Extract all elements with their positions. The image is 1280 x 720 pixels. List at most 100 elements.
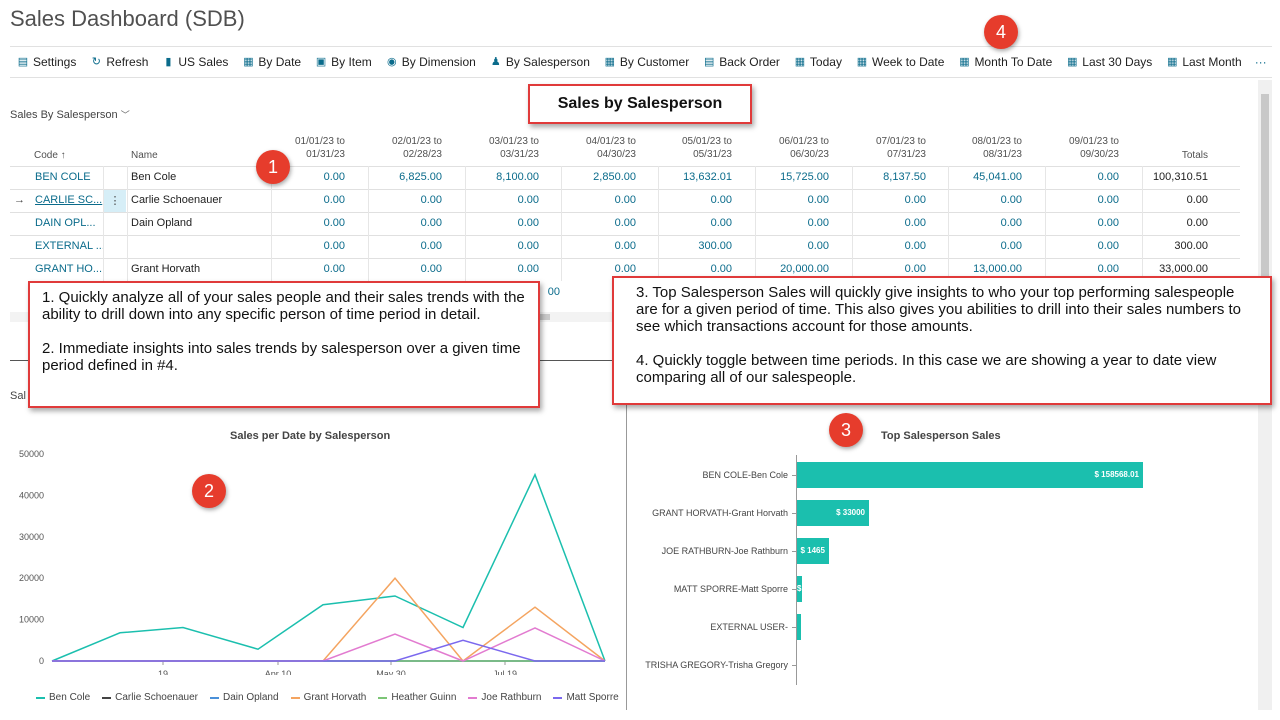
table-row[interactable]: DAIN OPL... Dain Opland 0.00 0.00 0.00 0.00 0.… xyxy=(10,212,1240,235)
period-value[interactable]: 0.00 xyxy=(1039,240,1119,252)
column-header-totals[interactable]: Totals xyxy=(1148,149,1208,162)
period-value[interactable]: 0.00 xyxy=(459,263,539,275)
toolbar-by-dimension-button[interactable]: ◉ By Dimension xyxy=(379,47,483,77)
toolbar-month-to-date-button[interactable]: ▦ Month To Date xyxy=(951,47,1059,77)
period-value[interactable]: 0.00 xyxy=(942,194,1022,206)
subpage-title[interactable]: Sales By Salesperson ﹀ xyxy=(10,108,130,121)
period-value[interactable]: 2,850.00 xyxy=(556,171,636,183)
period-value[interactable]: 0.00 xyxy=(459,240,539,252)
period-value[interactable]: 8,100.00 xyxy=(459,171,539,183)
period-value[interactable]: 0.00 xyxy=(1039,217,1119,229)
column-header-period[interactable]: 03/01/23 to 03/31/23 xyxy=(459,135,539,161)
bar-2[interactable]: $ 1465 xyxy=(797,538,829,564)
column-header-period[interactable]: 07/01/23 to 07/31/23 xyxy=(846,135,926,161)
toolbar-by-salesperson-button[interactable]: ♟ By Salesperson xyxy=(483,47,597,77)
bar-0[interactable]: $ 158568.01 xyxy=(797,462,1143,488)
row-actions-icon[interactable]: ⋮ xyxy=(104,190,126,212)
period-value[interactable]: 13,000.00 xyxy=(942,263,1022,275)
series-line-matt-sporre[interactable] xyxy=(52,639,605,662)
table-row[interactable]: BEN COLE Ben Cole 0.00 6,825.00 8,100.00 2,85… xyxy=(10,166,1240,189)
bar-4[interactable] xyxy=(797,614,801,640)
toolbar-back-order-button[interactable]: ▤ Back Order xyxy=(696,47,787,77)
row-code-link[interactable]: EXTERNAL ... xyxy=(35,240,105,252)
toolbar-by-date-button[interactable]: ▦ By Date xyxy=(235,47,308,77)
legend-item[interactable]: Dain Opland xyxy=(209,692,279,703)
period-value[interactable]: 0.00 xyxy=(846,217,926,229)
toolbar-by-customer-button[interactable]: ▦ By Customer xyxy=(597,47,696,77)
period-value[interactable]: 0.00 xyxy=(942,217,1022,229)
toolbar-last-30-days-button[interactable]: ▦ Last 30 Days xyxy=(1059,47,1159,77)
toolbar-refresh-button[interactable]: ↻ Refresh xyxy=(83,47,155,77)
bar-3[interactable]: $ xyxy=(797,576,803,602)
toolbar-week-to-date-button[interactable]: ▦ Week to Date xyxy=(849,47,951,77)
period-value[interactable]: 0.00 xyxy=(749,217,829,229)
period-value[interactable]: 0.00 xyxy=(652,217,732,229)
period-value[interactable]: 0.00 xyxy=(265,263,345,275)
period-value[interactable]: 6,825.00 xyxy=(362,171,442,183)
period-value[interactable]: 0.00 xyxy=(265,217,345,229)
toolbar-last-month-button[interactable]: ▦ Last Month xyxy=(1159,47,1248,77)
period-value[interactable]: 0.00 xyxy=(1039,194,1119,206)
column-header-period[interactable]: 05/01/23 to 05/31/23 xyxy=(652,135,732,161)
column-header-period[interactable]: 04/01/23 to 04/30/23 xyxy=(556,135,636,161)
toolbar-settings-button[interactable]: ▤ Settings xyxy=(10,47,83,77)
row-total: 100,310.51 xyxy=(1152,171,1208,183)
period-value[interactable]: 20,000.00 xyxy=(749,263,829,275)
period-value[interactable]: 0.00 xyxy=(846,240,926,252)
column-divider xyxy=(1142,166,1143,281)
column-header-code[interactable]: Code ↑ xyxy=(34,149,66,162)
period-value[interactable]: 0.00 xyxy=(362,240,442,252)
toolbar-us-sales-button[interactable]: ▮ US Sales xyxy=(155,47,235,77)
legend-item[interactable]: Matt Sporre xyxy=(553,692,619,703)
period-value[interactable]: 0.00 xyxy=(556,263,636,275)
period-value[interactable]: 8,137.50 xyxy=(846,171,926,183)
column-header-name[interactable]: Name xyxy=(131,149,158,162)
period-value[interactable]: 0.00 xyxy=(556,240,636,252)
row-code-link[interactable]: CARLIE SC... xyxy=(35,194,102,206)
period-value[interactable]: 0.00 xyxy=(749,240,829,252)
legend-item[interactable]: Heather Guinn xyxy=(378,692,456,703)
bar-1[interactable]: $ 33000 xyxy=(797,500,869,526)
toolbar-by-item-button[interactable]: ▣ By Item xyxy=(308,47,379,77)
period-value[interactable]: 0.00 xyxy=(846,263,926,275)
legend-item[interactable]: Ben Cole xyxy=(36,692,90,703)
column-header-period[interactable]: 08/01/23 to 08/31/23 xyxy=(942,135,1022,161)
series-line-grant-horvath[interactable] xyxy=(52,577,606,663)
period-value[interactable]: 0.00 xyxy=(1039,263,1119,275)
period-value[interactable]: 0.00 xyxy=(362,194,442,206)
period-value[interactable]: 15,725.00 xyxy=(749,171,829,183)
period-value[interactable]: 0.00 xyxy=(459,194,539,206)
period-value[interactable]: 0.00 xyxy=(846,194,926,206)
period-value[interactable]: 0.00 xyxy=(1039,171,1119,183)
column-header-period[interactable]: 02/01/23 to 02/28/23 xyxy=(362,135,442,161)
period-value[interactable]: 45,041.00 xyxy=(942,171,1022,183)
toolbar-today-button[interactable]: ▦ Today xyxy=(787,47,849,77)
chevron-down-icon[interactable]: ﹀ xyxy=(121,110,130,120)
period-value[interactable]: 0.00 xyxy=(556,217,636,229)
period-value[interactable]: 0.00 xyxy=(942,240,1022,252)
series-line-joe-rathburn[interactable] xyxy=(52,627,606,662)
more-actions-icon[interactable]: ··· xyxy=(1249,55,1273,69)
column-header-period[interactable]: 06/01/23 to 06/30/23 xyxy=(749,135,829,161)
row-code-link[interactable]: GRANT HO... xyxy=(35,263,102,275)
period-value[interactable]: 0.00 xyxy=(556,194,636,206)
bar-category-label: JOE RATHBURN-Joe Rathburn xyxy=(661,546,788,556)
period-value[interactable]: 0.00 xyxy=(265,240,345,252)
table-row[interactable]: → ⋮ CARLIE SC... Carlie Schoenauer 0.00 0.00 0… xyxy=(10,189,1240,212)
column-header-period[interactable]: 09/01/23 to 09/30/23 xyxy=(1039,135,1119,161)
period-value[interactable]: 0.00 xyxy=(652,194,732,206)
period-value[interactable]: 13,632.01 xyxy=(652,171,732,183)
legend-item[interactable]: Carlie Schoenauer xyxy=(102,692,198,703)
legend-item[interactable]: Joe Rathburn xyxy=(468,692,541,703)
legend-item[interactable]: Grant Horvath xyxy=(290,692,366,703)
period-value[interactable]: 0.00 xyxy=(265,194,345,206)
period-value[interactable]: 300.00 xyxy=(652,240,732,252)
row-code-link[interactable]: DAIN OPL... xyxy=(35,217,96,229)
row-code-link[interactable]: BEN COLE xyxy=(35,171,91,183)
period-value[interactable]: 0.00 xyxy=(362,217,442,229)
period-value[interactable]: 0.00 xyxy=(459,217,539,229)
period-value[interactable]: 0.00 xyxy=(749,194,829,206)
period-value[interactable]: 0.00 xyxy=(362,263,442,275)
table-row[interactable]: EXTERNAL ... 0.00 0.00 0.00 0.00 300.00 0.00 0.… xyxy=(10,235,1240,258)
period-value[interactable]: 0.00 xyxy=(652,263,732,275)
